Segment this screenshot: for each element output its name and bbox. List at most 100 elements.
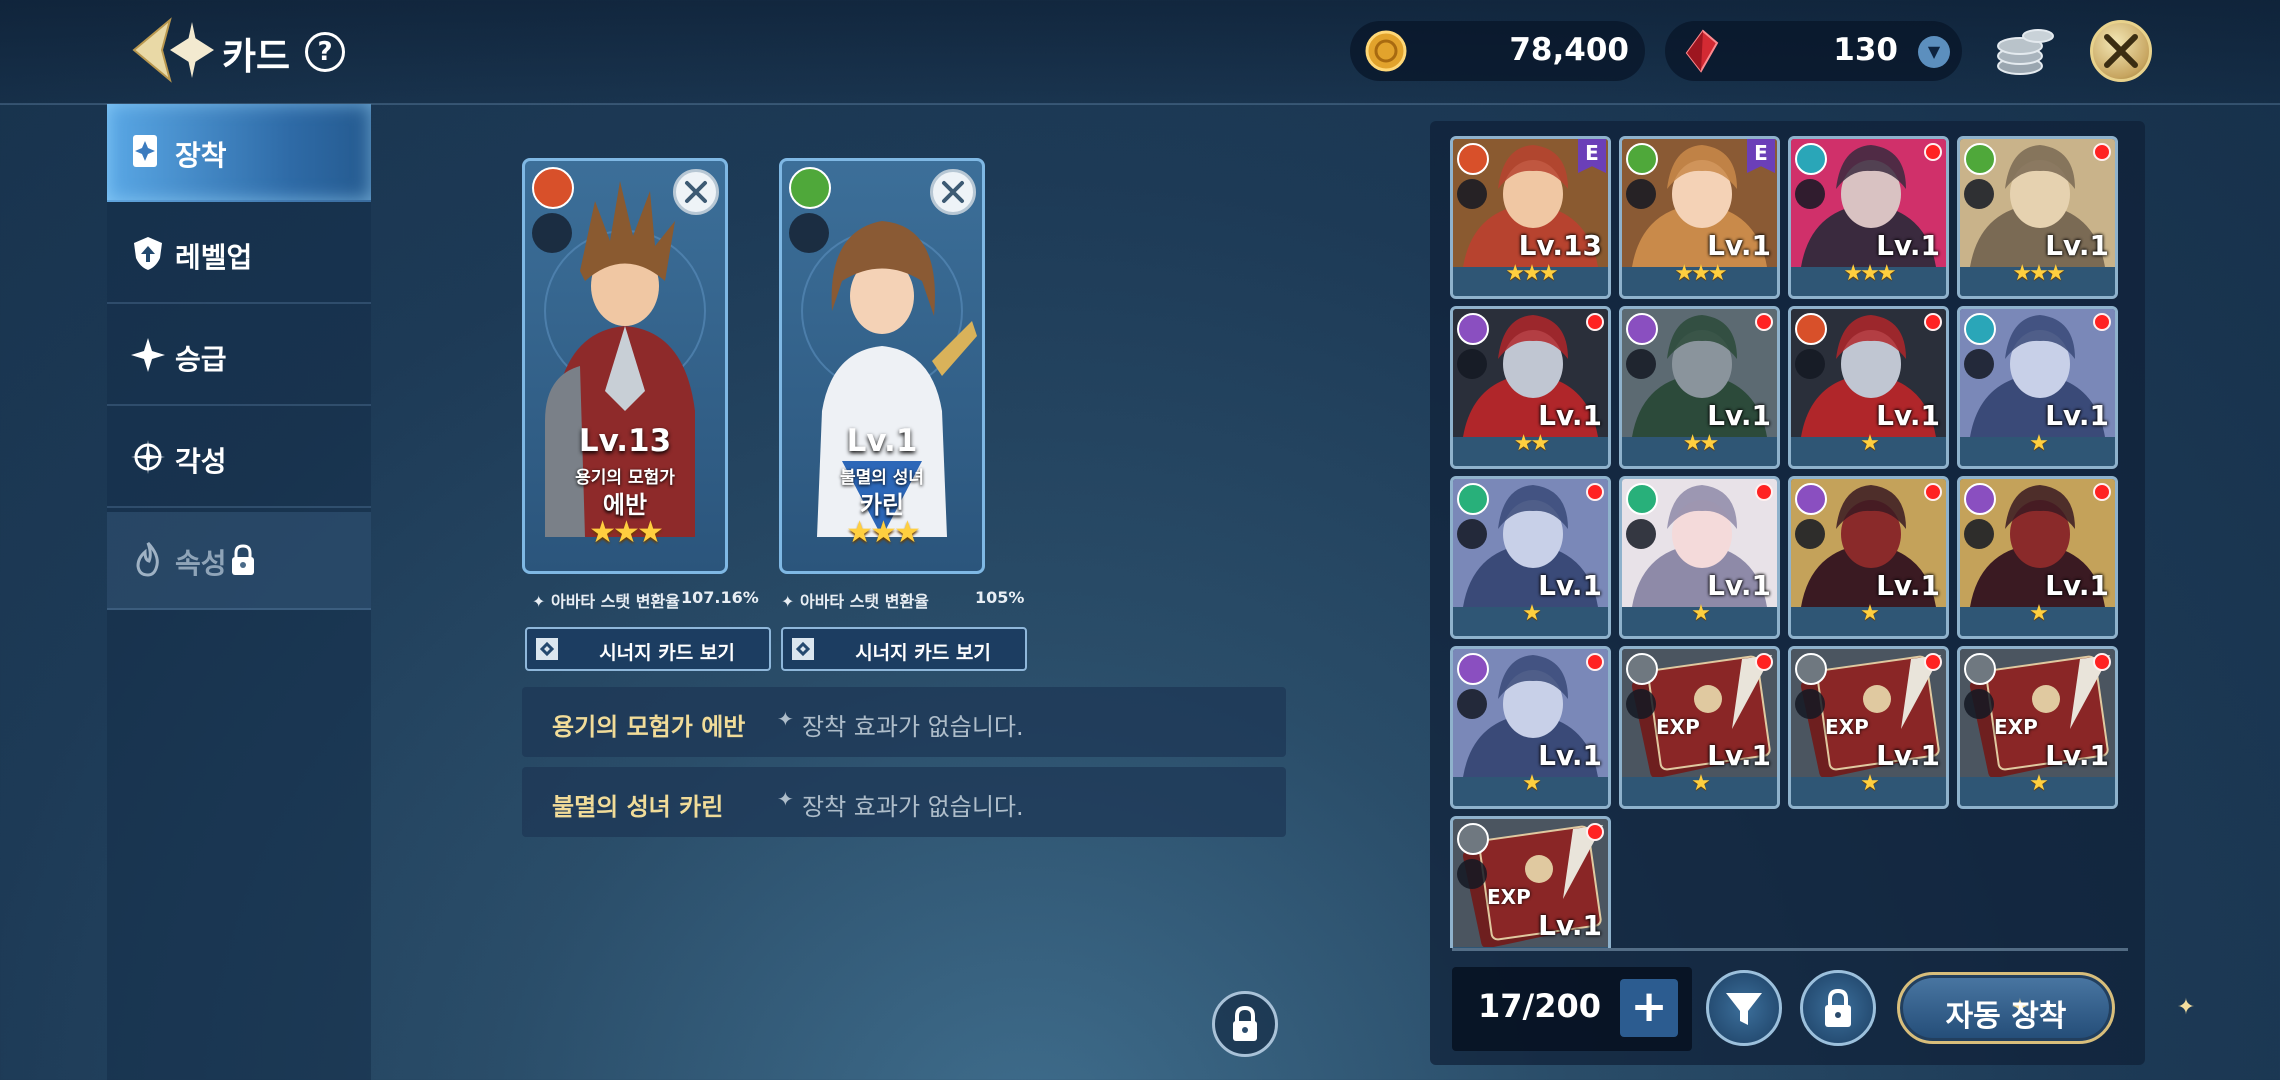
expand-inventory-button[interactable]: +	[1620, 979, 1678, 1037]
role-icon	[1457, 349, 1487, 379]
card-stars: ★	[1691, 771, 1711, 796]
role-icon	[1964, 689, 1994, 719]
inventory-count: 17/200 +	[1452, 967, 1692, 1051]
card-level: Lv.1	[1538, 399, 1602, 432]
filter-button[interactable]	[1706, 970, 1782, 1046]
card-level: Lv.1	[1707, 739, 1771, 772]
new-notification-dot	[2093, 143, 2111, 161]
card-stars: ★★★	[1843, 261, 1896, 286]
card-level: Lv.1	[2045, 229, 2109, 262]
role-icon	[1457, 859, 1487, 889]
inventory-card[interactable]: Lv.1 ★★	[1619, 306, 1780, 469]
exp-label: EXP	[1487, 885, 1531, 909]
auto-equip-button[interactable]: ✦ 자동 장착 ✦	[1897, 972, 2195, 1044]
inventory-card[interactable]: Lv.1 ★★	[1450, 306, 1611, 469]
card-level: Lv.1	[1876, 569, 1940, 602]
nature-element-icon	[1626, 143, 1658, 175]
role-icon	[1626, 689, 1656, 719]
card-level: Lv.1	[2045, 569, 2109, 602]
card-stars: ★	[2029, 601, 2049, 626]
card-level: Lv.1	[1876, 399, 1940, 432]
wind-element-icon	[1626, 483, 1658, 515]
inventory-card[interactable]: Lv.1 ★	[1450, 476, 1611, 639]
nature-element-icon	[1964, 143, 1996, 175]
inventory-card[interactable]: E Lv.13 ★★★	[1450, 136, 1611, 299]
neutral-element-icon	[1795, 653, 1827, 685]
inventory-grid: E Lv.13 ★★★ E Lv.1 ★★★ Lv.1 ★★★ Lv.1 ★★★ Lv.1 ★★ Lv.…	[0, 0, 2280, 948]
exp-label: EXP	[1825, 715, 1869, 739]
new-notification-dot	[1586, 483, 1604, 501]
card-count: 17/200	[1478, 987, 1602, 1025]
lock-icon	[1233, 1005, 1257, 1041]
card-level: Lv.13	[1518, 229, 1602, 262]
role-icon	[1964, 519, 1994, 549]
card-stars: ★★	[1513, 431, 1550, 456]
inventory-card[interactable]: Lv.1 ★	[1788, 476, 1949, 639]
filter-icon	[1726, 993, 1762, 1025]
inventory-card[interactable]: Lv.1 ★	[1619, 476, 1780, 639]
wind-element-icon	[1457, 483, 1489, 515]
new-notification-dot	[2093, 653, 2111, 671]
neutral-element-icon	[1964, 653, 1996, 685]
card-level: Lv.1	[1707, 229, 1771, 262]
dark-element-icon	[1795, 483, 1827, 515]
card-stars: ★	[2029, 771, 2049, 796]
dark-element-icon	[1457, 653, 1489, 685]
new-notification-dot	[1924, 143, 1942, 161]
inventory-card[interactable]: Lv.1 ★	[1957, 306, 2118, 469]
card-stars: ★	[1522, 601, 1542, 626]
exp-card[interactable]: EXP Lv.1 ★	[1957, 646, 2118, 809]
lock-mode-button[interactable]	[1800, 970, 1876, 1046]
card-stars: ★★	[1682, 431, 1719, 456]
exp-card[interactable]: EXP Lv.1 ★	[1619, 646, 1780, 809]
exp-card[interactable]: EXP Lv.1 ★	[1788, 646, 1949, 809]
new-notification-dot	[1755, 653, 1773, 671]
role-icon	[1457, 179, 1487, 209]
card-level: Lv.1	[1876, 739, 1940, 772]
fire-element-icon	[1795, 313, 1827, 345]
inventory-divider	[1452, 948, 2128, 951]
water-element-icon	[1964, 313, 1996, 345]
role-icon	[1964, 349, 1994, 379]
new-notification-dot	[1924, 653, 1942, 671]
dark-element-icon	[1964, 483, 1996, 515]
inventory-card[interactable]: E Lv.1 ★★★	[1619, 136, 1780, 299]
sparkle-icon: ✦	[2176, 995, 2196, 1020]
dark-element-icon	[1457, 313, 1489, 345]
inventory-card[interactable]: Lv.1 ★★★	[1788, 136, 1949, 299]
card-stars: ★	[1522, 771, 1542, 796]
card-stars: ★	[1691, 601, 1711, 626]
role-icon	[1795, 349, 1825, 379]
lock-toggle-button[interactable]	[1212, 991, 1278, 1057]
inventory-card[interactable]: Lv.1 ★	[1788, 306, 1949, 469]
water-element-icon	[1795, 143, 1827, 175]
new-notification-dot	[1586, 823, 1604, 841]
card-stars: ★★★	[1505, 261, 1558, 286]
card-level: Lv.1	[1538, 909, 1602, 942]
dark-element-icon	[1626, 313, 1658, 345]
fire-element-icon	[1457, 143, 1489, 175]
card-stars: ★	[1860, 601, 1880, 626]
new-notification-dot	[1586, 653, 1604, 671]
inventory-card[interactable]: Lv.1 ★	[1957, 476, 2118, 639]
new-notification-dot	[2093, 313, 2111, 331]
card-stars: ★★★	[1674, 261, 1727, 286]
new-notification-dot	[1755, 313, 1773, 331]
card-stars: ★★★	[2012, 261, 2065, 286]
card-level: Lv.1	[2045, 739, 2109, 772]
inventory-card[interactable]: Lv.1 ★	[1450, 646, 1611, 809]
card-stars: ★	[2029, 431, 2049, 456]
role-icon	[1626, 349, 1656, 379]
card-stars: ★	[1860, 771, 1880, 796]
role-icon	[1795, 179, 1825, 209]
role-icon	[1457, 689, 1487, 719]
new-notification-dot	[2093, 483, 2111, 501]
exp-card[interactable]: EXP Lv.1	[1450, 816, 1611, 948]
new-notification-dot	[1924, 483, 1942, 501]
lock-icon	[1825, 988, 1851, 1027]
inventory-card[interactable]: Lv.1 ★★★	[1957, 136, 2118, 299]
role-icon	[1795, 689, 1825, 719]
card-level: Lv.1	[1707, 399, 1771, 432]
role-icon	[1457, 519, 1487, 549]
card-level: Lv.1	[1707, 569, 1771, 602]
